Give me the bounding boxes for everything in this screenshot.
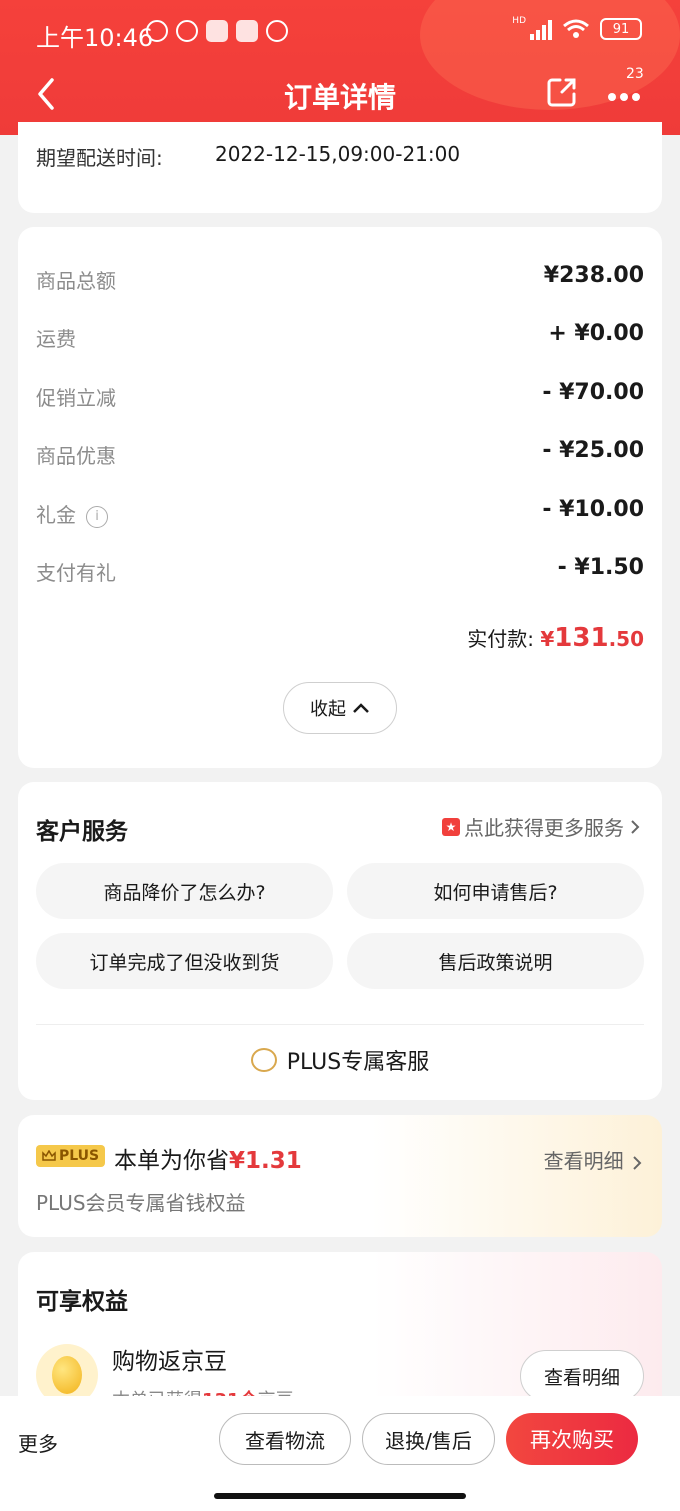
notification-icons bbox=[146, 20, 288, 42]
total-int: 131 bbox=[554, 623, 609, 653]
header: 上午10:46 HD 91 订单详情 23 bbox=[0, 0, 680, 135]
question-after-sale[interactable]: 如何申请售后? bbox=[347, 863, 644, 919]
share-icon[interactable] bbox=[546, 76, 578, 108]
more-button[interactable]: 更多 bbox=[18, 1428, 58, 1457]
home-indicator[interactable] bbox=[214, 1493, 466, 1499]
gift-label: 礼金 bbox=[36, 503, 76, 527]
alarm-icon bbox=[146, 20, 168, 42]
wechat-icon bbox=[206, 20, 228, 42]
plus-service-button[interactable]: PLUS专属客服 bbox=[18, 1044, 662, 1076]
divider bbox=[36, 1024, 644, 1025]
plus-service-icon bbox=[250, 1048, 277, 1072]
collapse-label: 收起 bbox=[310, 699, 346, 720]
price-value: - ¥25.00 bbox=[542, 438, 644, 463]
price-value: ¥238.00 bbox=[543, 263, 644, 288]
price-label: 商品总额 bbox=[36, 269, 116, 293]
star-badge-icon: ★ bbox=[442, 817, 460, 836]
delivery-label: 期望配送时间: bbox=[36, 146, 163, 170]
save-prefix: 本单为你省 bbox=[114, 1148, 229, 1174]
price-value: - ¥70.00 bbox=[542, 380, 644, 405]
nav-bar: 订单详情 23 bbox=[0, 62, 680, 122]
chevron-right-icon bbox=[633, 1155, 642, 1170]
plus-tag-label: PLUS bbox=[59, 1148, 100, 1164]
delivery-card: 期望配送时间: 2022-12-15,09:00-21:00 bbox=[18, 122, 662, 213]
total-dec: .50 bbox=[608, 627, 644, 651]
buy-again-button[interactable]: 再次购买 bbox=[506, 1413, 638, 1465]
price-row: 商品优惠 - ¥25.00 bbox=[36, 432, 644, 472]
service-card: 客户服务 ★ 点此获得更多服务 商品降价了怎么办? 如何申请售后? 订单完成了但… bbox=[18, 782, 662, 1100]
price-value: - ¥1.50 bbox=[557, 555, 644, 580]
price-card: 商品总额 ¥238.00 运费 + ¥0.00 促销立减 - ¥70.00 商品… bbox=[18, 227, 662, 768]
app-badge-icon bbox=[266, 20, 288, 42]
wifi-icon bbox=[563, 19, 589, 38]
save-text: 本单为你省¥1.31 bbox=[114, 1141, 302, 1175]
service-title: 客户服务 bbox=[36, 819, 128, 845]
plus-service-label: PLUS专属客服 bbox=[286, 1050, 430, 1075]
total-currency: ¥ bbox=[540, 627, 555, 651]
status-time: 上午10:46 bbox=[36, 24, 154, 52]
price-label: 支付有礼 bbox=[36, 561, 116, 585]
question-policy[interactable]: 售后政策说明 bbox=[347, 933, 644, 989]
battery-icon: 91 bbox=[600, 18, 642, 40]
total-paid: 实付款: ¥131.50 bbox=[467, 623, 644, 653]
price-row: 礼金 i - ¥10.00 bbox=[36, 491, 644, 531]
price-value: + ¥0.00 bbox=[548, 321, 644, 346]
price-row: 运费 + ¥0.00 bbox=[36, 315, 644, 355]
price-row: 促销立减 - ¥70.00 bbox=[36, 374, 644, 414]
plus-detail-label: 查看明细 bbox=[543, 1149, 624, 1173]
benefits-title: 可享权益 bbox=[36, 1289, 128, 1315]
more-service-label: 点此获得更多服务 bbox=[464, 816, 624, 840]
question-not-received[interactable]: 订单完成了但没收到货 bbox=[36, 933, 333, 989]
chevron-up-icon bbox=[353, 703, 369, 713]
price-row: 支付有礼 - ¥1.50 bbox=[36, 549, 644, 589]
headphones-icon bbox=[176, 20, 198, 42]
hd-label: HD bbox=[512, 16, 526, 26]
logistics-button[interactable]: 查看物流 bbox=[219, 1413, 351, 1465]
after-sale-button[interactable]: 退换/售后 bbox=[362, 1413, 495, 1465]
message-badge: 23 bbox=[626, 66, 644, 82]
price-label: 促销立减 bbox=[36, 386, 116, 410]
save-amount: ¥1.31 bbox=[229, 1148, 302, 1174]
status-bar: 上午10:46 HD 91 bbox=[0, 14, 680, 52]
price-label: 运费 bbox=[36, 327, 76, 351]
chevron-right-icon bbox=[631, 819, 640, 834]
plus-subtitle: PLUS会员专属省钱权益 bbox=[36, 1191, 246, 1215]
total-label: 实付款: bbox=[467, 627, 534, 651]
delivery-value: 2022-12-15,09:00-21:00 bbox=[215, 142, 461, 166]
status-right: HD 91 bbox=[512, 16, 642, 40]
price-row: 商品总额 ¥238.00 bbox=[36, 257, 644, 297]
more-icon[interactable] bbox=[608, 86, 648, 101]
collapse-button[interactable]: 收起 bbox=[283, 682, 397, 734]
price-value: - ¥10.00 bbox=[542, 497, 644, 522]
bean-detail-button[interactable]: 查看明细 bbox=[520, 1350, 644, 1402]
info-icon[interactable]: i bbox=[86, 505, 108, 528]
question-price-drop[interactable]: 商品降价了怎么办? bbox=[36, 863, 333, 919]
signal-icon bbox=[530, 18, 552, 40]
page-title: 订单详情 bbox=[283, 81, 396, 114]
plus-tag: PLUS bbox=[36, 1145, 106, 1167]
more-service-link[interactable]: ★ 点此获得更多服务 bbox=[442, 812, 642, 841]
price-label-gift: 礼金 i bbox=[36, 499, 108, 528]
plus-detail-link[interactable]: 查看明细 bbox=[544, 1145, 644, 1174]
app-icon bbox=[236, 20, 258, 42]
bean-title: 购物返京豆 bbox=[112, 1349, 227, 1375]
bottom-action-bar: 更多 查看物流 退换/售后 再次购买 bbox=[0, 1396, 680, 1511]
price-label: 商品优惠 bbox=[36, 444, 116, 468]
plus-savings-card: PLUS 本单为你省¥1.31 查看明细 PLUS会员专属省钱权益 bbox=[18, 1115, 662, 1237]
crown-icon bbox=[42, 1150, 56, 1161]
